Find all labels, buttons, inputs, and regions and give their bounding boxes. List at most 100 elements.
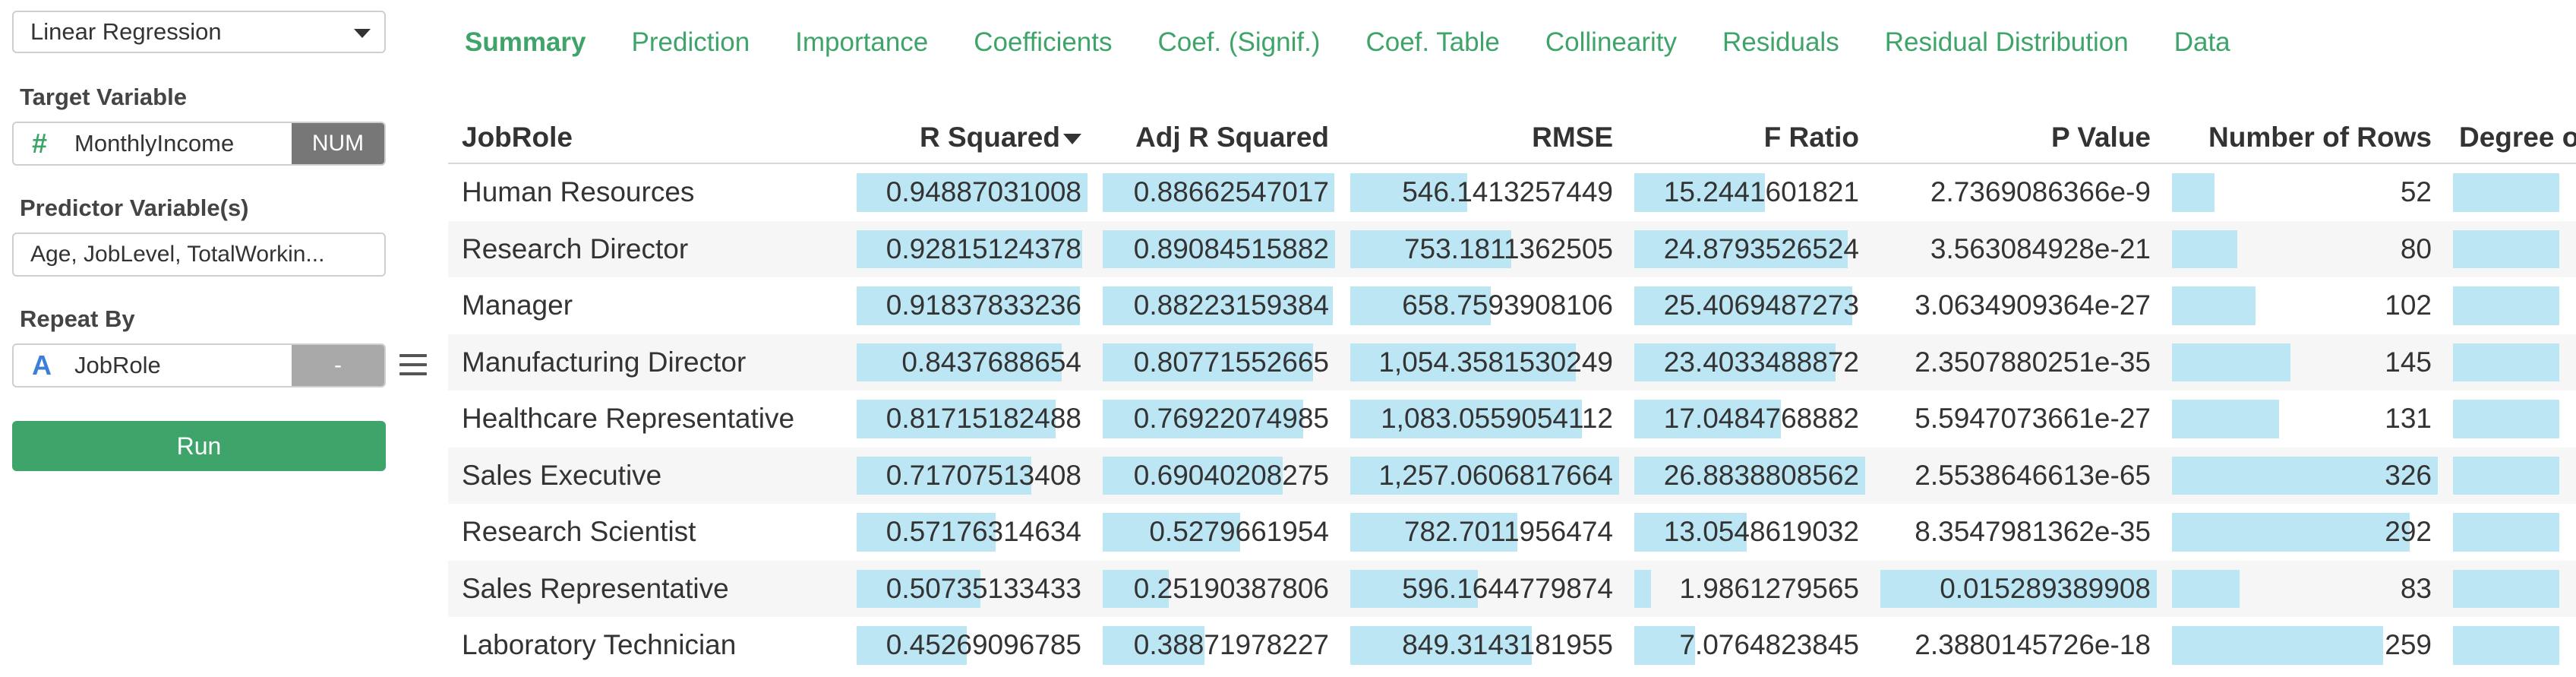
p-value: 0.015289389908 (1940, 572, 2151, 604)
p-cell: 3.563084928e-21 (1873, 220, 2164, 277)
value-bar (2453, 173, 2559, 212)
column-header-adj-r-squared[interactable]: Adj R Squared (1095, 112, 1343, 164)
n-cell: 145 (2164, 334, 2445, 391)
degree-of-freedom-cell (2445, 504, 2576, 561)
n-value: 259 (2385, 629, 2432, 661)
n-cell: 102 (2164, 277, 2445, 334)
tab-residuals[interactable]: Residuals (1722, 27, 1839, 58)
tab-data[interactable]: Data (2174, 27, 2230, 58)
sort-descending-icon[interactable] (1063, 134, 1081, 145)
target-variable-field[interactable]: # MonthlyIncome NUM (12, 122, 386, 166)
value-bar (2172, 173, 2215, 212)
p-value: 2.3507880251e-35 (1915, 346, 2151, 378)
tab-prediction[interactable]: Prediction (632, 27, 750, 58)
job-role-cell: Healthcare Representative (462, 403, 795, 435)
repeat-by-badge[interactable]: - (292, 345, 384, 386)
rmse-cell: 753.1811362505 (1343, 220, 1627, 277)
p-cell: 0.015289389908 (1873, 560, 2164, 617)
rmse-value: 849.3143181955 (1402, 629, 1613, 661)
adj-value: 0.88662547017 (1133, 176, 1329, 208)
degree-of-freedom-cell (2445, 220, 2576, 277)
tab-coef-signif[interactable]: Coef. (Signif.) (1158, 27, 1321, 58)
f-value: 17.0484768882 (1663, 403, 1859, 435)
chevron-down-icon (354, 29, 371, 38)
table-row[interactable]: Human Resources 0.94887031008 0.8866254701… (448, 163, 2576, 221)
adj-value: 0.25190387806 (1133, 572, 1329, 604)
column-header-jobrole[interactable]: JobRole (448, 112, 849, 164)
r2-cell: 0.94887031008 (849, 163, 1095, 221)
p-value: 2.7369086366e-9 (1930, 176, 2151, 208)
column-header-rmse[interactable]: RMSE (1343, 112, 1627, 164)
target-variable-name: MonthlyIncome (74, 130, 235, 157)
job-role-cell: Manufacturing Director (448, 334, 849, 391)
value-bar (2172, 626, 2384, 665)
adj-value: 0.38871978227 (1133, 629, 1329, 661)
column-header-degree-of-freedom[interactable]: Degree of Freedom (2445, 112, 2576, 164)
column-header-f-ratio[interactable]: F Ratio (1627, 112, 1873, 164)
r2-value: 0.50735133433 (886, 572, 1081, 604)
table-row[interactable]: Manufacturing Director 0.8437688654 0.8077… (448, 334, 2576, 391)
degree-of-freedom-cell (2445, 447, 2576, 504)
model-type-select[interactable]: Linear Regression (12, 11, 386, 53)
r2-cell: 0.91837833236 (849, 277, 1095, 334)
f-value: 15.2441601821 (1663, 176, 1859, 208)
n-value: 326 (2385, 459, 2432, 491)
column-header-label: JobRole (462, 122, 573, 153)
summary-table-container: JobRole R Squared Adj R Squared RMSE F Ratio… (448, 112, 2576, 677)
column-header-number-of-rows[interactable]: Number of Rows (2164, 112, 2445, 164)
repeat-by-field[interactable]: A JobRole - (12, 343, 386, 388)
adj-cell: 0.38871978227 (1095, 617, 1343, 674)
run-button[interactable]: Run (12, 421, 386, 471)
r2-value: 0.91837833236 (886, 289, 1081, 321)
tab-summary[interactable]: Summary (465, 27, 586, 58)
table-row[interactable]: Sales Representative 0.50735133433 0.25190… (448, 560, 2576, 617)
value-bar (2453, 229, 2559, 268)
tab-coefficients[interactable]: Coefficients (974, 27, 1112, 58)
table-row[interactable]: Sales Executive 0.71707513408 0.6904020827… (448, 447, 2576, 504)
table-row[interactable]: Manager 0.91837833236 0.88223159384 658.759… (448, 277, 2576, 334)
rmse-value: 1,257.0606817664 (1378, 459, 1613, 491)
predictor-variables-field[interactable]: Age, JobLevel, TotalWorkin... (12, 233, 386, 277)
n-value: 131 (2385, 403, 2432, 435)
table-row[interactable]: Laboratory Technician 0.45269096785 0.3887… (448, 617, 2576, 674)
rmse-cell: 546.1413257449 (1343, 163, 1627, 221)
table-row[interactable]: Healthcare Representative 0.81715182488 0.… (448, 391, 2576, 448)
target-type-badge[interactable]: NUM (292, 123, 384, 164)
column-header-p-value[interactable]: P Value (1873, 112, 2164, 164)
rmse-value: 546.1413257449 (1402, 176, 1613, 208)
r2-value: 0.92815124378 (886, 233, 1081, 264)
f-cell: 15.2441601821 (1627, 163, 1873, 221)
rmse-cell: 1,083.0559054112 (1343, 391, 1627, 448)
tab-coef-table[interactable]: Coef. Table (1365, 27, 1499, 58)
value-bar (2453, 343, 2559, 381)
f-cell: 7.0764823845 (1627, 617, 1873, 674)
f-value: 26.8838808562 (1663, 459, 1859, 491)
tab-residual-distribution[interactable]: Residual Distribution (1885, 27, 2129, 58)
f-cell: 1.9861279565 (1627, 560, 1873, 617)
r2-cell: 0.50735133433 (849, 560, 1095, 617)
degree-of-freedom-cell (2445, 334, 2576, 391)
value-bar (2172, 513, 2410, 552)
degree-of-freedom-cell (2445, 163, 2576, 221)
p-value: 5.5947073661e-27 (1915, 403, 2151, 435)
adj-cell: 0.69040208275 (1095, 447, 1343, 504)
r2-cell: 0.81715182488 (849, 391, 1095, 448)
column-header-label: Number of Rows (2208, 122, 2432, 153)
table-row[interactable]: Research Director 0.92815124378 0.89084515… (448, 220, 2576, 277)
r2-value: 0.81715182488 (886, 403, 1081, 435)
r2-cell: 0.45269096785 (849, 617, 1095, 674)
hamburger-menu-icon[interactable] (399, 354, 427, 378)
rmse-cell: 658.7593908106 (1343, 277, 1627, 334)
f-cell: 13.0548619032 (1627, 504, 1873, 561)
f-cell: 26.8838808562 (1627, 447, 1873, 504)
tab-collinearity[interactable]: Collinearity (1545, 27, 1677, 58)
table-row[interactable]: Research Scientist 0.57176314634 0.5279661… (448, 504, 2576, 561)
p-cell: 2.5538646613e-65 (1873, 447, 2164, 504)
tab-importance[interactable]: Importance (795, 27, 928, 58)
repeat-by-label: Repeat By (20, 305, 135, 332)
p-cell: 8.3547981362e-35 (1873, 504, 2164, 561)
column-header-r-squared[interactable]: R Squared (849, 112, 1095, 164)
f-cell: 24.8793526524 (1627, 220, 1873, 277)
adj-cell: 0.89084515882 (1095, 220, 1343, 277)
n-cell: 326 (2164, 447, 2445, 504)
